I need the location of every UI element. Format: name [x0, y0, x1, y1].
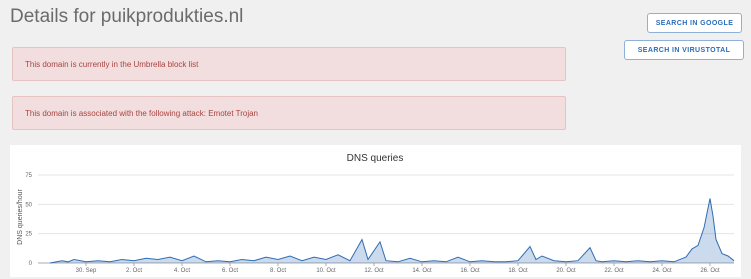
- chart-series: [49, 198, 735, 264]
- attack-alert-text: This domain is associated with the follo…: [25, 108, 258, 118]
- x-tick-label: 8. Oct: [270, 268, 286, 274]
- block-list-alert-text: This domain is currently in the Umbrella…: [25, 59, 199, 69]
- x-tick-label: 24. Oct: [652, 268, 672, 274]
- x-tick-label: 2. Oct: [126, 268, 142, 274]
- y-axis-ticks: 0 25 50 75: [25, 173, 32, 267]
- y-axis-label: DNS queries/hour: [17, 189, 24, 245]
- page-title: Details for puikprodukties.nl: [10, 6, 244, 27]
- x-tick-label: 30. Sep: [76, 268, 97, 274]
- y-tick-label: 25: [25, 232, 32, 238]
- x-tick-label: 22. Oct: [604, 268, 624, 274]
- dns-queries-chart-panel: DNS queries DNS queries/hour 0 25 50 75 30.…: [10, 145, 741, 277]
- block-list-alert: This domain is currently in the Umbrella…: [12, 47, 566, 81]
- x-tick-label: 14. Oct: [412, 268, 432, 274]
- series-line: [49, 198, 735, 264]
- y-tick-label: 75: [25, 173, 32, 179]
- chart-grid: [38, 174, 734, 264]
- x-axis-ticks: 30. Sep 2. Oct 4. Oct 6. Oct 8. Oct 10. Oct 12…: [76, 263, 720, 274]
- chart-title: DNS queries: [347, 153, 404, 164]
- x-tick-label: 10. Oct: [316, 268, 336, 274]
- x-tick-label: 18. Oct: [508, 268, 528, 274]
- x-tick-label: 6. Oct: [222, 268, 238, 274]
- y-tick-label: 50: [25, 202, 32, 208]
- y-tick-label: 0: [29, 261, 33, 267]
- x-tick-label: 16. Oct: [460, 268, 480, 274]
- x-tick-label: 20. Oct: [556, 268, 576, 274]
- x-tick-label: 4. Oct: [174, 268, 190, 274]
- dns-queries-chart: DNS queries DNS queries/hour 0 25 50 75 30.…: [17, 153, 735, 274]
- attack-alert: This domain is associated with the follo…: [12, 96, 566, 130]
- x-tick-label: 12. Oct: [364, 268, 384, 274]
- x-tick-label: 26. Oct: [700, 268, 720, 274]
- series-area: [50, 198, 734, 263]
- search-in-virustotal-button[interactable]: SEARCH IN VIRUSTOTAL: [624, 40, 744, 60]
- search-in-google-button[interactable]: SEARCH IN GOOGLE: [647, 13, 742, 33]
